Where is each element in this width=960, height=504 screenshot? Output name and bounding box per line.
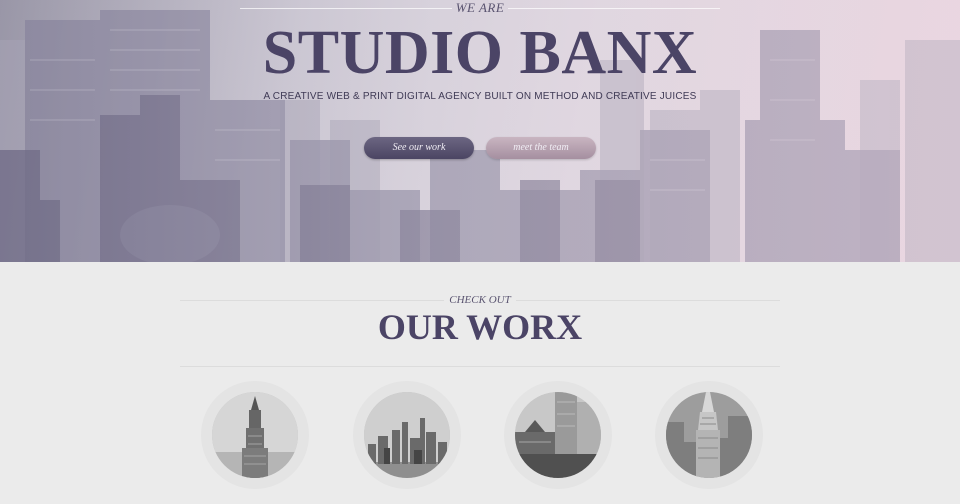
section-divider-bottom bbox=[180, 366, 780, 367]
work-thumbnail-3[interactable] bbox=[504, 381, 612, 489]
work-thumbnail-2[interactable] bbox=[353, 381, 461, 489]
tower-photo bbox=[212, 392, 298, 478]
work-thumbnail-1[interactable] bbox=[201, 381, 309, 489]
hero-subtitle: A CREATIVE WEB & PRINT DIGITAL AGENCY BU… bbox=[263, 91, 697, 102]
hero-title: STUDIO BANX bbox=[262, 19, 698, 87]
meet-the-team-button[interactable]: meet the team bbox=[486, 137, 596, 159]
chrysler-photo bbox=[666, 392, 752, 478]
section-title: OUR WORX bbox=[377, 307, 583, 347]
hero-section: WE ARE STUDIO BANX A CREATIVE WEB & PRIN… bbox=[0, 0, 960, 262]
work-thumbnail-4[interactable] bbox=[655, 381, 763, 489]
see-our-work-button[interactable]: See our work bbox=[364, 137, 474, 159]
skyline-photo bbox=[364, 392, 450, 478]
section-eyebrow: CHECK OUT bbox=[449, 294, 511, 306]
hero-eyebrow: WE ARE bbox=[455, 0, 505, 15]
buildings-photo bbox=[515, 392, 601, 478]
